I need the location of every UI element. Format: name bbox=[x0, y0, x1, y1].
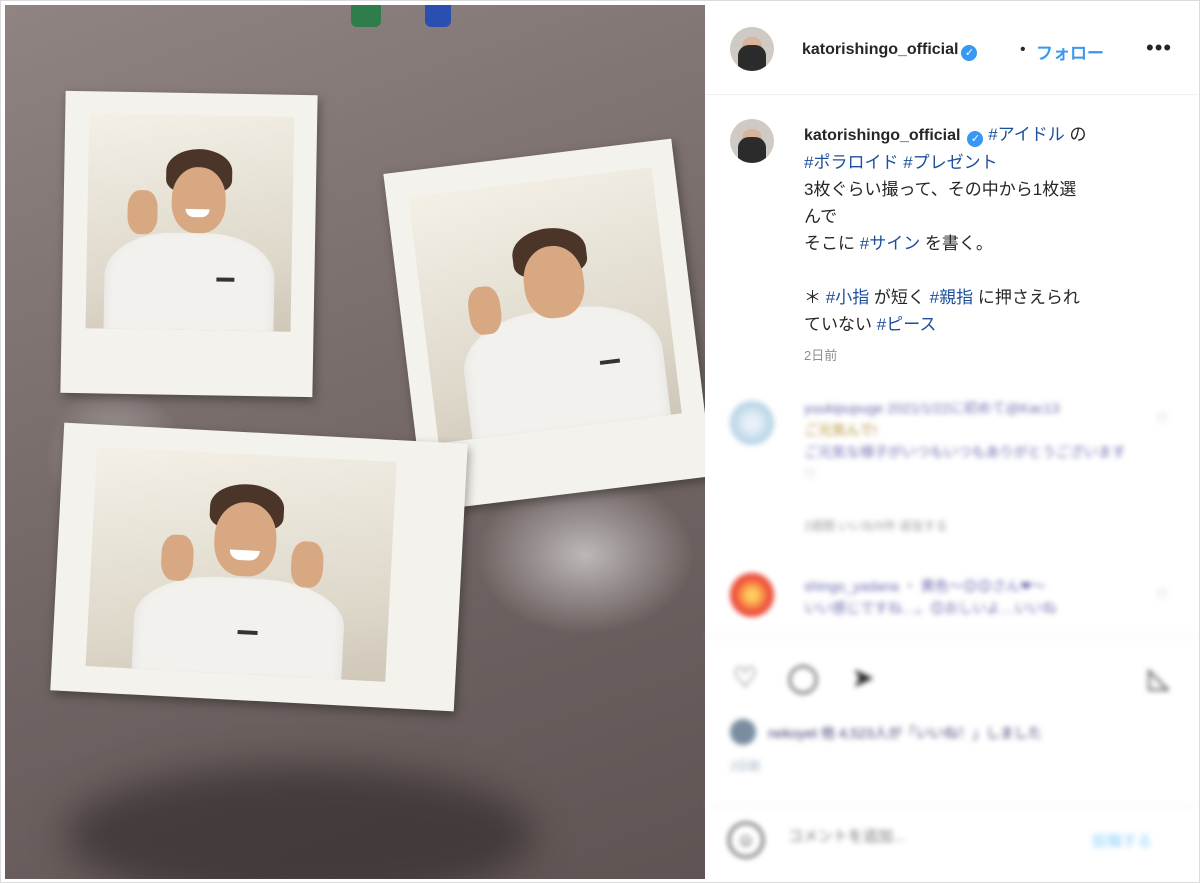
caption-line-4: んで bbox=[804, 207, 838, 226]
comment-meta[interactable]: 2週間 いいね!5件 返信する bbox=[804, 515, 1144, 537]
comment-like-heart-icon[interactable]: ♡ bbox=[1156, 411, 1169, 428]
polaroid-photo-3 bbox=[50, 422, 468, 712]
hashtag-present[interactable]: #プレゼント bbox=[903, 153, 997, 172]
post-sidebar: katorishingo_official ✓ • フォロー ••• katori… bbox=[706, 5, 1197, 879]
polaroid-image-1 bbox=[85, 113, 295, 332]
post-header: katorishingo_official ✓ • フォロー ••• bbox=[706, 5, 1197, 95]
comment-input[interactable] bbox=[788, 828, 1088, 845]
polaroid-image-3 bbox=[85, 446, 397, 682]
photographer-shadow bbox=[65, 765, 535, 879]
heart-icon[interactable]: ♡ bbox=[728, 660, 762, 694]
comment-text: yuukipupuge 2021/1/22に初めて@Kac13 ご元気んで! ご… bbox=[804, 400, 1126, 482]
hashtag-polaroid[interactable]: #ポラロイド bbox=[804, 153, 898, 172]
caption-author-avatar[interactable] bbox=[730, 119, 774, 163]
liked-by-subtext: 2日前 bbox=[730, 759, 761, 773]
hashtag-thumb[interactable]: #親指 bbox=[930, 288, 973, 307]
author-avatar[interactable] bbox=[730, 27, 774, 71]
author-username[interactable]: katorishingo_official ✓ bbox=[802, 41, 978, 61]
share-icon[interactable]: ➤ bbox=[846, 660, 880, 694]
commenter-avatar[interactable] bbox=[730, 401, 774, 445]
liked-by-section: nekoyet 他 4,523人が「いいね！」しました 2日前 bbox=[706, 713, 1197, 783]
hashtag-sign[interactable]: #サイン bbox=[860, 234, 920, 253]
hashtag-peace[interactable]: #ピース bbox=[877, 315, 937, 334]
comment-text: shingo_yadana ・ 黄色〜😊😊さん❤〜 いい感じですね…。😊おしいよ… bbox=[804, 578, 1057, 616]
caption-verified-badge-icon: ✓ bbox=[967, 131, 984, 147]
bookmark-icon[interactable]: ◺ bbox=[1142, 660, 1176, 694]
instagram-post-embed: katorishingo_official ✓ • フォロー ••• katori… bbox=[0, 0, 1200, 883]
follow-button[interactable]: フォロー bbox=[1036, 39, 1104, 64]
post-photo[interactable] bbox=[5, 5, 705, 879]
caption-text: katorishingo_official ✓ #アイドル の #ポラロイド #プ… bbox=[804, 121, 1154, 338]
post-timestamp[interactable]: 2日前 bbox=[804, 345, 837, 364]
comment-like-heart-icon[interactable]: ♡ bbox=[1156, 587, 1169, 604]
header-separator: • bbox=[1020, 41, 1026, 58]
polaroid-photo-1 bbox=[60, 90, 318, 398]
post-comment-button[interactable]: 投稿する bbox=[1092, 830, 1152, 851]
hashtag-pinky[interactable]: #小指 bbox=[826, 288, 869, 307]
liked-by-text[interactable]: nekoyet 他 4,523人が「いいね！」しました bbox=[768, 723, 1042, 743]
comment-icon[interactable]: ◯ bbox=[786, 660, 820, 694]
caption-line-3: 3枚ぐらい撮って、その中から1枚選 bbox=[804, 180, 1077, 199]
caption-username[interactable]: katorishingo_official bbox=[804, 127, 960, 144]
commenter-avatar[interactable] bbox=[730, 573, 774, 617]
polaroid-image-2 bbox=[408, 167, 682, 444]
verified-badge-icon: ✓ bbox=[961, 45, 978, 61]
emoji-icon[interactable]: ☺ bbox=[728, 822, 764, 858]
liker-avatar[interactable] bbox=[730, 719, 756, 745]
hashtag-idol[interactable]: #アイドル bbox=[988, 125, 1065, 144]
add-comment-bar: ☺ 投稿する bbox=[706, 805, 1197, 879]
action-bar: ♡ ◯ ➤ ◺ bbox=[706, 635, 1197, 715]
blue-marker bbox=[425, 5, 451, 27]
green-marker bbox=[351, 5, 381, 27]
more-options-icon[interactable]: ••• bbox=[1146, 35, 1172, 61]
